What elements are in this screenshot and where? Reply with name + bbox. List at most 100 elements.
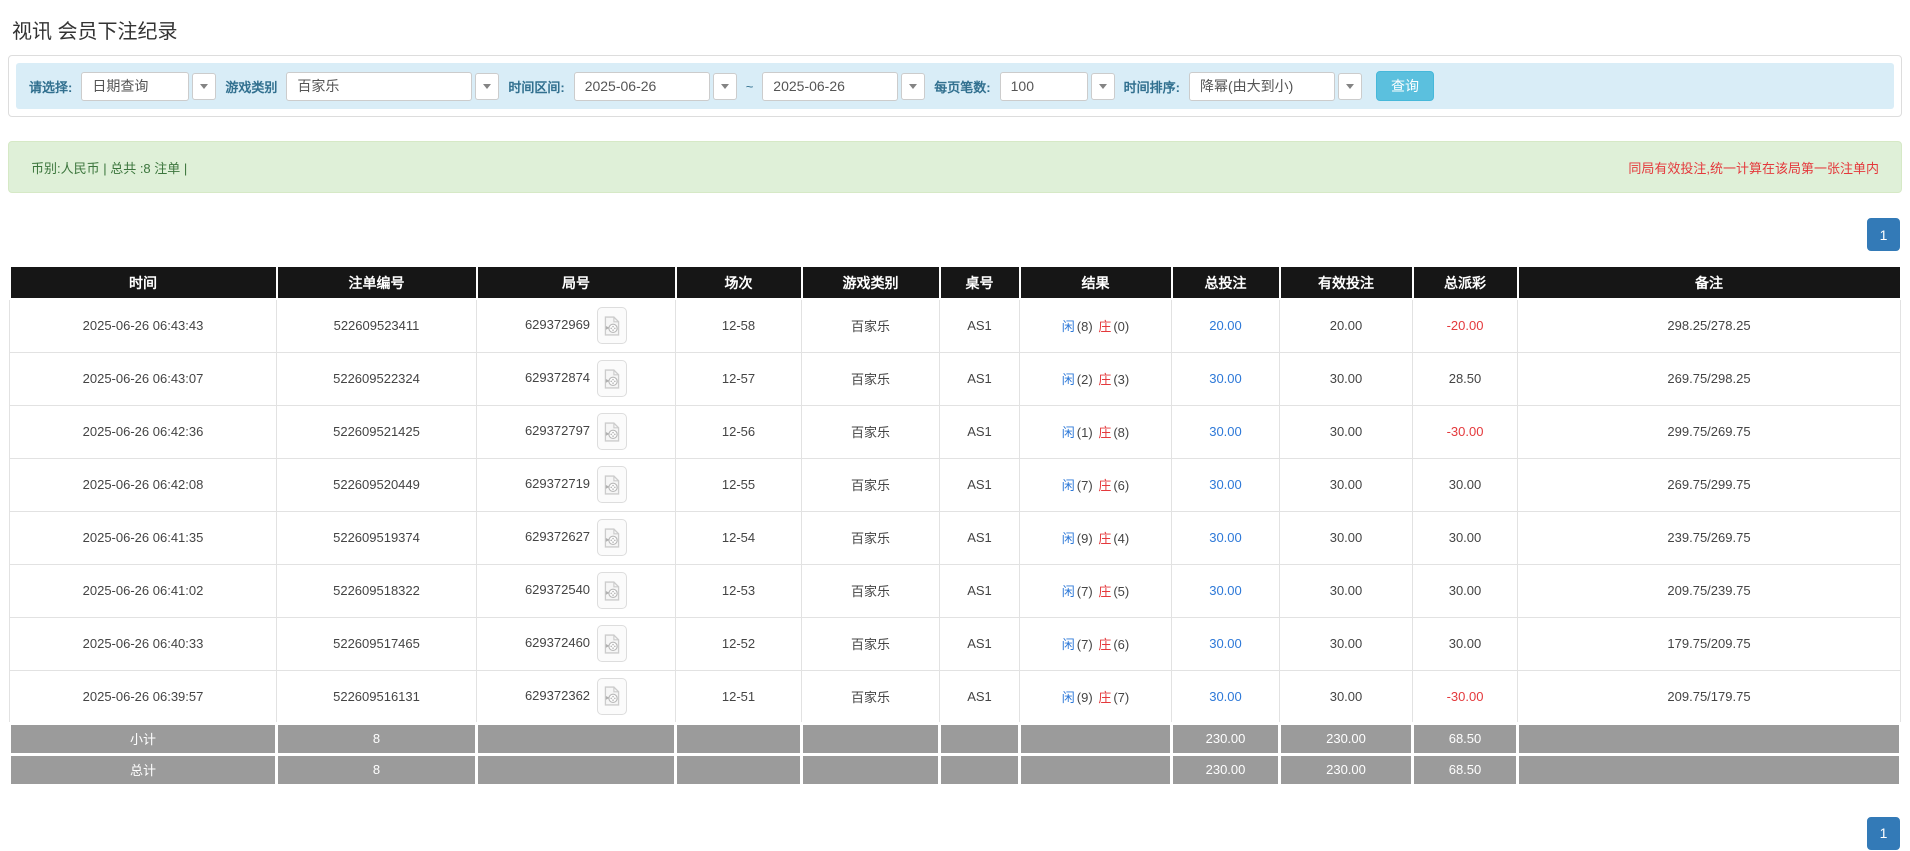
game-type-caret-button[interactable] (475, 72, 500, 100)
query-type-caret-button[interactable] (192, 72, 217, 100)
page-1-button-bottom[interactable]: 1 (1867, 816, 1900, 850)
column-header-1: 时间 (8, 265, 278, 300)
game-type: 百家乐 (850, 584, 890, 599)
search-button[interactable]: 查询 (1375, 71, 1434, 101)
result-player-score: (7) (1076, 637, 1093, 652)
cell-valid-bet: 30.00 (1279, 351, 1413, 406)
cell-round-id: 629372460 (476, 616, 676, 671)
bet-records-table: 时间 注单编号 局号 场次 游戏类别 桌号 结果 总投注 有效投注 总派彩 备注 2025-06-2… (8, 265, 1902, 787)
total-bet-link[interactable]: 30.00 (1209, 689, 1242, 704)
cell-round-id: 629372969 (476, 298, 676, 353)
cell-time: 2025-06-26 06:43:43 (9, 298, 277, 353)
cell-result: 闲 (8) 庄 (0) (1019, 298, 1172, 353)
chevron-down-icon (909, 83, 918, 89)
total-bet-link[interactable]: 30.00 (1209, 424, 1242, 439)
bet-id: 522609522324 (333, 371, 420, 386)
page-size-value[interactable]: 100 (999, 71, 1088, 101)
remark: 269.75/298.25 (1667, 371, 1751, 386)
total-bet-link[interactable]: 30.00 (1209, 636, 1242, 651)
cell-empty (475, 721, 677, 756)
page-size-caret-button[interactable] (1090, 72, 1115, 100)
subtotal-label: 小计 (8, 721, 278, 756)
result-banker-score: (8) (1113, 425, 1130, 440)
video-replay-button[interactable] (597, 572, 628, 609)
cell-time: 2025-06-26 06:42:08 (9, 457, 277, 512)
date-from-select[interactable]: 2025-06-26 (573, 71, 737, 101)
table-number: AS1 (967, 371, 992, 386)
game-type-select[interactable]: 百家乐 (286, 71, 500, 101)
cell-total-bet: 30.00 (1171, 351, 1280, 406)
cell-payout: 30.00 (1412, 510, 1518, 565)
total-bet-link[interactable]: 30.00 (1209, 583, 1242, 598)
total-bet-link[interactable]: 30.00 (1209, 530, 1242, 545)
session-number: 12-51 (721, 688, 756, 704)
video-replay-button[interactable] (597, 519, 628, 556)
date-to-caret-button[interactable] (901, 72, 926, 100)
cell-game-type: 百家乐 (801, 616, 940, 671)
total-label: 总计 (8, 752, 278, 787)
subtotal-total-bet: 230.00 (1170, 721, 1281, 756)
bet-id: 522609523411 (333, 318, 420, 334)
cell-game-type: 百家乐 (801, 351, 940, 406)
cell-valid-bet: 30.00 (1279, 563, 1413, 618)
cell-time: 2025-06-26 06:40:33 (9, 616, 277, 671)
game-type: 百家乐 (850, 425, 890, 440)
session-number: 12-52 (721, 636, 756, 651)
query-type-select[interactable]: 日期查询 (81, 71, 217, 101)
round-id: 629372627 (524, 528, 591, 544)
table-number: AS1 (967, 636, 992, 651)
date-to-value[interactable]: 2025-06-26 (762, 71, 899, 101)
result-player-score: (1) (1076, 425, 1093, 440)
cell-time: 2025-06-26 06:39:57 (9, 669, 277, 724)
valid-bet: 30.00 (1329, 688, 1363, 704)
cell-remark: 269.75/299.75 (1517, 457, 1901, 512)
video-replay-button[interactable] (597, 625, 628, 662)
total-bet-link[interactable]: 30.00 (1209, 477, 1242, 492)
table-row: 2025-06-26 06:40:33 522609517465 6293724… (9, 616, 1901, 671)
sort-order-select[interactable]: 降幂(由大到小) (1188, 71, 1362, 101)
cell-valid-bet: 30.00 (1279, 510, 1413, 565)
total-payout: 68.50 (1411, 752, 1519, 787)
date-from-value[interactable]: 2025-06-26 (573, 71, 710, 101)
cell-table-no: AS1 (939, 457, 1020, 512)
video-replay-button[interactable] (597, 307, 628, 345)
cell-remark: 209.75/239.75 (1517, 563, 1901, 618)
summary-bar: 币别:人民币 | 总共 :8 注单 | 同局有效投注,统一计算在该局第一张注单内 (8, 141, 1902, 193)
cell-payout: -30.00 (1412, 404, 1518, 459)
sort-order-caret-button[interactable] (1337, 72, 1362, 100)
round-id: 629372540 (524, 581, 591, 597)
video-replay-button[interactable] (597, 466, 628, 503)
cell-payout: 30.00 (1412, 563, 1518, 618)
session-number: 12-58 (721, 318, 756, 334)
video-replay-button[interactable] (597, 677, 628, 715)
remark: 299.75/269.75 (1667, 424, 1751, 439)
cell-empty (800, 721, 941, 756)
cell-remark: 239.75/269.75 (1517, 510, 1901, 565)
total-bet-link[interactable]: 20.00 (1209, 318, 1242, 333)
sort-order-value[interactable]: 降幂(由大到小) (1188, 71, 1335, 101)
time-range-label: 时间区间: (508, 79, 565, 95)
game-type-value[interactable]: 百家乐 (286, 71, 473, 101)
video-replay-button[interactable] (597, 413, 628, 450)
query-type-value[interactable]: 日期查询 (81, 71, 190, 101)
table-number: AS1 (967, 688, 992, 704)
cell-result: 闲 (2) 庄 (3) (1019, 351, 1172, 406)
video-replay-button[interactable] (597, 360, 628, 397)
total-valid-bet: 230.00 (1278, 752, 1414, 787)
cell-result: 闲 (7) 庄 (6) (1019, 616, 1172, 671)
page-1-button[interactable]: 1 (1867, 218, 1900, 251)
bet-id: 522609518322 (333, 583, 420, 598)
result-player-label: 闲 (1061, 319, 1075, 335)
total-bet-link[interactable]: 30.00 (1209, 371, 1242, 386)
date-from-caret-button[interactable] (712, 72, 737, 100)
result-banker-score: (6) (1113, 637, 1130, 652)
cell-result: 闲 (7) 庄 (5) (1019, 563, 1172, 618)
page-size-select[interactable]: 100 (999, 71, 1115, 101)
date-to-select[interactable]: 2025-06-26 (762, 71, 926, 101)
column-header-5: 游戏类别 (800, 265, 941, 300)
table-number: AS1 (967, 477, 992, 492)
cell-empty (938, 721, 1021, 756)
cell-payout: 30.00 (1412, 457, 1518, 512)
remark: 209.75/179.75 (1667, 688, 1751, 704)
cell-round-id: 629372627 (476, 510, 676, 565)
